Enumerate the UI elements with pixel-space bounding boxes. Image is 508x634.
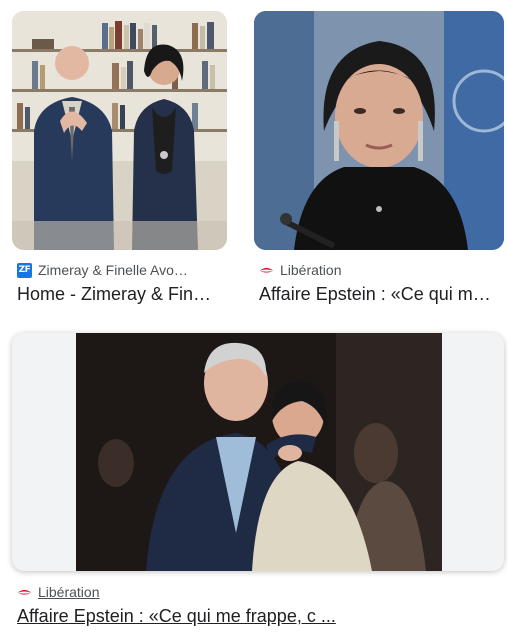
result-source-1[interactable]: ZF Zimeray & Finelle Avo… [17, 260, 227, 280]
couple-at-party-photo [76, 333, 442, 571]
source-name: Libération [38, 584, 100, 600]
result-thumbnail-2[interactable] [254, 11, 504, 250]
result-thumbnail-3-frame[interactable] [12, 333, 504, 571]
two-people-bookshelf-photo [12, 11, 227, 250]
result-source-2[interactable]: Libération [259, 260, 504, 280]
result-source-3[interactable]: Libération [17, 582, 317, 602]
zf-logo-icon: ZF [17, 262, 32, 278]
source-name: Libération [280, 262, 342, 278]
result-title-1[interactable]: Home - Zimeray & Fin… [17, 284, 227, 308]
result-title-3[interactable]: Affaire Epstein : «Ce qui me frappe, c .… [17, 606, 437, 630]
result-thumbnail-1[interactable] [12, 11, 227, 250]
result-title-2[interactable]: Affaire Epstein : «Ce qui m… [259, 284, 504, 308]
result-thumbnail-3[interactable] [76, 333, 442, 571]
woman-at-microphone-photo [254, 11, 504, 250]
liberation-logo-icon [260, 267, 273, 273]
liberation-logo-icon [18, 589, 31, 595]
source-name: Zimeray & Finelle Avo… [38, 262, 188, 278]
